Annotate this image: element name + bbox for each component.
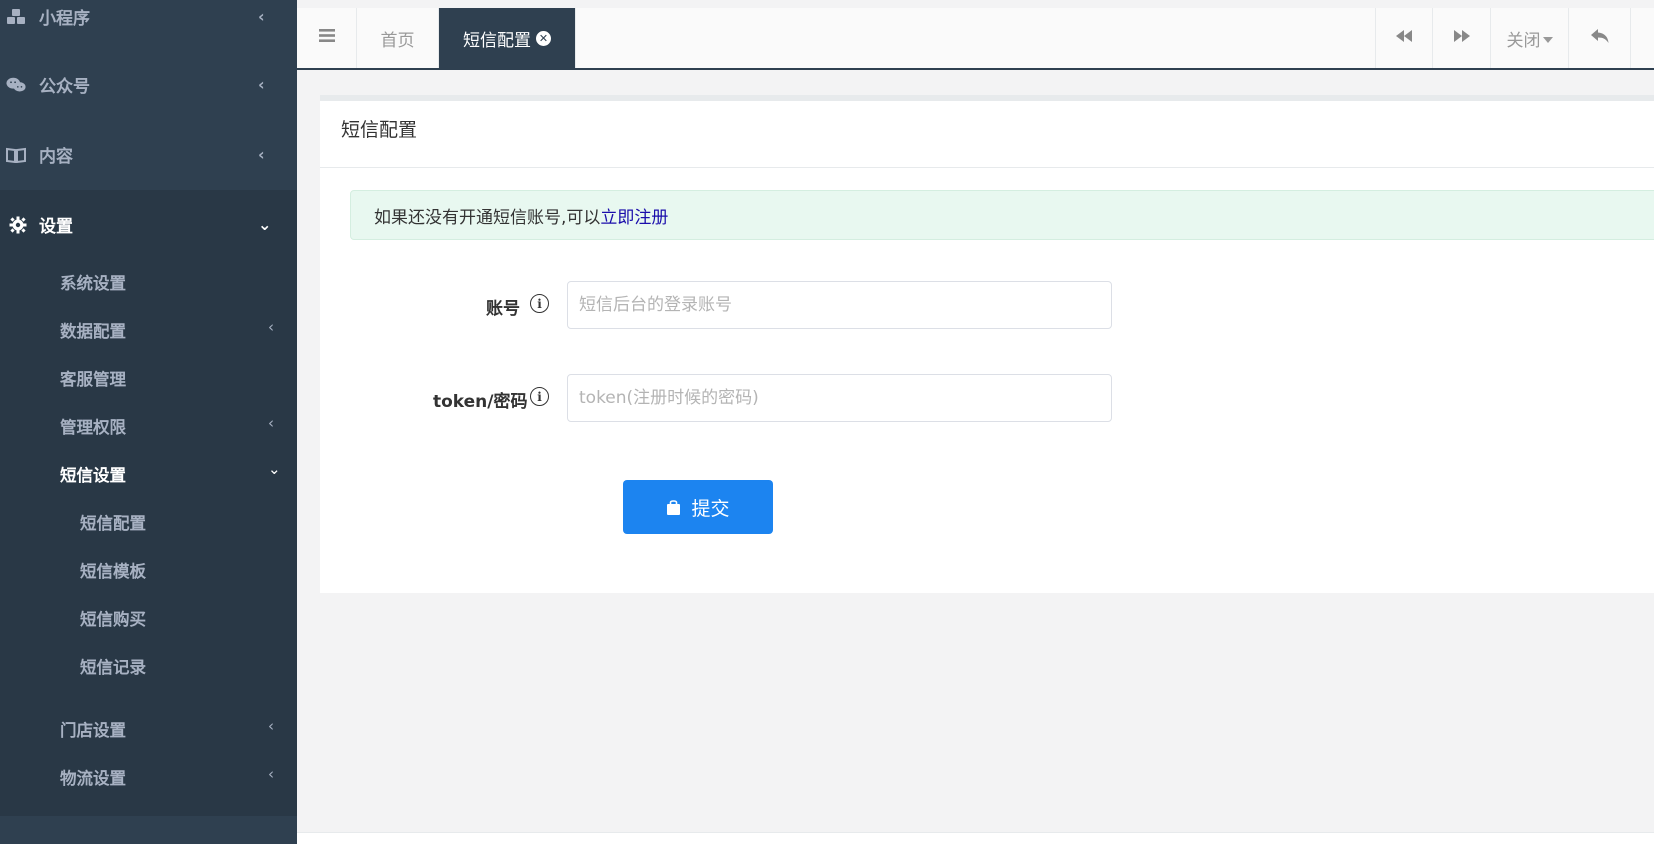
sidebar-item-label: 数据配置 bbox=[60, 322, 126, 341]
sidebar-item-label: 短信记录 bbox=[80, 658, 146, 677]
refresh-back-button[interactable] bbox=[1569, 8, 1631, 68]
sidebar-item-system-settings[interactable]: 系统设置 bbox=[60, 262, 126, 302]
scroll-tabs-left-button[interactable] bbox=[1375, 8, 1433, 68]
sidebar-item-miniprogram[interactable]: 小程序 ‹ bbox=[0, 0, 297, 51]
submit-label: 提交 bbox=[691, 498, 730, 520]
sidebar-item-sms-settings[interactable]: 短信设置 bbox=[60, 454, 126, 494]
sidebar-item-label: 客服管理 bbox=[60, 370, 126, 389]
sidebar-item-customer-service[interactable]: 客服管理 bbox=[60, 358, 126, 398]
chevron-down-icon: ⌄ bbox=[258, 215, 272, 234]
info-alert: 如果还没有开通短信账号,可以 立即注册 bbox=[350, 190, 1654, 240]
sidebar-item-content[interactable]: 内容 ‹ bbox=[0, 120, 297, 189]
reply-icon bbox=[1590, 28, 1610, 49]
close-tabs-dropdown[interactable]: 关闭 bbox=[1491, 8, 1569, 68]
shopping-bag-icon bbox=[666, 499, 681, 516]
sidebar-item-label: 短信购买 bbox=[80, 610, 146, 629]
sidebar-item-label: 门店设置 bbox=[60, 721, 126, 740]
info-icon[interactable]: i bbox=[530, 387, 549, 406]
register-link[interactable]: 立即注册 bbox=[600, 203, 668, 228]
divider bbox=[320, 167, 1654, 168]
sidebar-item-label: 短信模板 bbox=[80, 562, 146, 581]
submit-button[interactable]: 提交 bbox=[623, 480, 773, 534]
alert-text: 如果还没有开通短信账号,可以 bbox=[374, 207, 601, 228]
chevron-left-icon: ‹ bbox=[258, 145, 265, 164]
chevron-left-icon: ‹ bbox=[258, 7, 265, 26]
chevron-left-icon: ‹ bbox=[268, 765, 274, 783]
chevron-left-icon: ‹ bbox=[268, 717, 274, 735]
backward-icon bbox=[1395, 28, 1413, 48]
account-label: 账号 bbox=[486, 299, 520, 319]
sidebar-item-label: 系统设置 bbox=[60, 274, 126, 293]
sidebar-item-data-config[interactable]: 数据配置 bbox=[60, 310, 126, 350]
sidebar-item-sms-purchase[interactable]: 短信购买 bbox=[80, 598, 146, 638]
page-title: 短信配置 bbox=[341, 119, 418, 141]
tab-bar: 首页 短信配置 ✕ 关闭 bbox=[297, 8, 1654, 70]
sidebar: 小程序 ‹ 公众号 ‹ 内容 ‹ 设置 ⌄ 系统设置 数据配置 ‹ 客服管理 管… bbox=[0, 0, 297, 844]
caret-down-icon bbox=[1542, 28, 1553, 48]
chevron-down-icon: ⌄ bbox=[268, 460, 281, 478]
close-menu-label: 关闭 bbox=[1506, 30, 1541, 51]
tab-sms-config[interactable]: 短信配置 ✕ bbox=[439, 8, 576, 68]
sidebar-item-label: 公众号 bbox=[39, 77, 90, 97]
gear-icon bbox=[8, 215, 28, 235]
tab-label: 首页 bbox=[380, 30, 415, 51]
account-input[interactable] bbox=[567, 281, 1112, 329]
close-icon[interactable]: ✕ bbox=[536, 30, 551, 46]
menu-toggle-button[interactable] bbox=[297, 8, 357, 68]
hamburger-icon bbox=[318, 28, 336, 48]
sidebar-item-store-settings[interactable]: 门店设置 bbox=[60, 709, 126, 749]
sidebar-item-permissions[interactable]: 管理权限 bbox=[60, 406, 126, 446]
sidebar-item-label: 内容 bbox=[39, 147, 73, 167]
sidebar-item-label: 小程序 bbox=[39, 9, 90, 29]
settings-submenu: 设置 ⌄ 系统设置 数据配置 ‹ 客服管理 管理权限 ‹ 短信设置 ⌄ 短信配置… bbox=[0, 190, 297, 816]
scroll-tabs-right-button[interactable] bbox=[1433, 8, 1491, 68]
sidebar-item-official-account[interactable]: 公众号 ‹ bbox=[0, 50, 297, 119]
wechat-icon bbox=[6, 75, 26, 95]
token-label: token/密码 bbox=[433, 392, 528, 412]
sidebar-item-settings[interactable]: 设置 ⌄ bbox=[0, 190, 297, 259]
sidebar-item-label: 短信配置 bbox=[80, 514, 146, 533]
book-icon bbox=[6, 145, 26, 165]
forward-icon bbox=[1453, 28, 1471, 48]
chevron-left-icon: ‹ bbox=[268, 318, 274, 336]
chevron-left-icon: ‹ bbox=[268, 414, 274, 432]
tab-label: 短信配置 bbox=[463, 30, 531, 51]
tab-home[interactable]: 首页 bbox=[357, 8, 439, 68]
sidebar-item-label: 管理权限 bbox=[60, 418, 126, 437]
cubes-icon bbox=[6, 7, 26, 27]
token-input[interactable] bbox=[567, 374, 1112, 422]
sidebar-item-sms-records[interactable]: 短信记录 bbox=[80, 646, 146, 686]
sidebar-item-logistics-settings[interactable]: 物流设置 bbox=[60, 757, 126, 797]
info-icon[interactable]: i bbox=[530, 294, 549, 313]
sidebar-item-label: 物流设置 bbox=[60, 769, 126, 788]
sidebar-item-label: 设置 bbox=[39, 217, 73, 237]
sidebar-item-sms-config[interactable]: 短信配置 bbox=[80, 502, 146, 542]
sidebar-item-label: 短信设置 bbox=[60, 466, 126, 485]
chevron-left-icon: ‹ bbox=[258, 75, 265, 94]
footer-bar bbox=[297, 832, 1654, 844]
sidebar-item-sms-template[interactable]: 短信模板 bbox=[80, 550, 146, 590]
sms-config-panel: 短信配置 如果还没有开通短信账号,可以立即注册 账号 i token/密码 i … bbox=[320, 95, 1654, 593]
